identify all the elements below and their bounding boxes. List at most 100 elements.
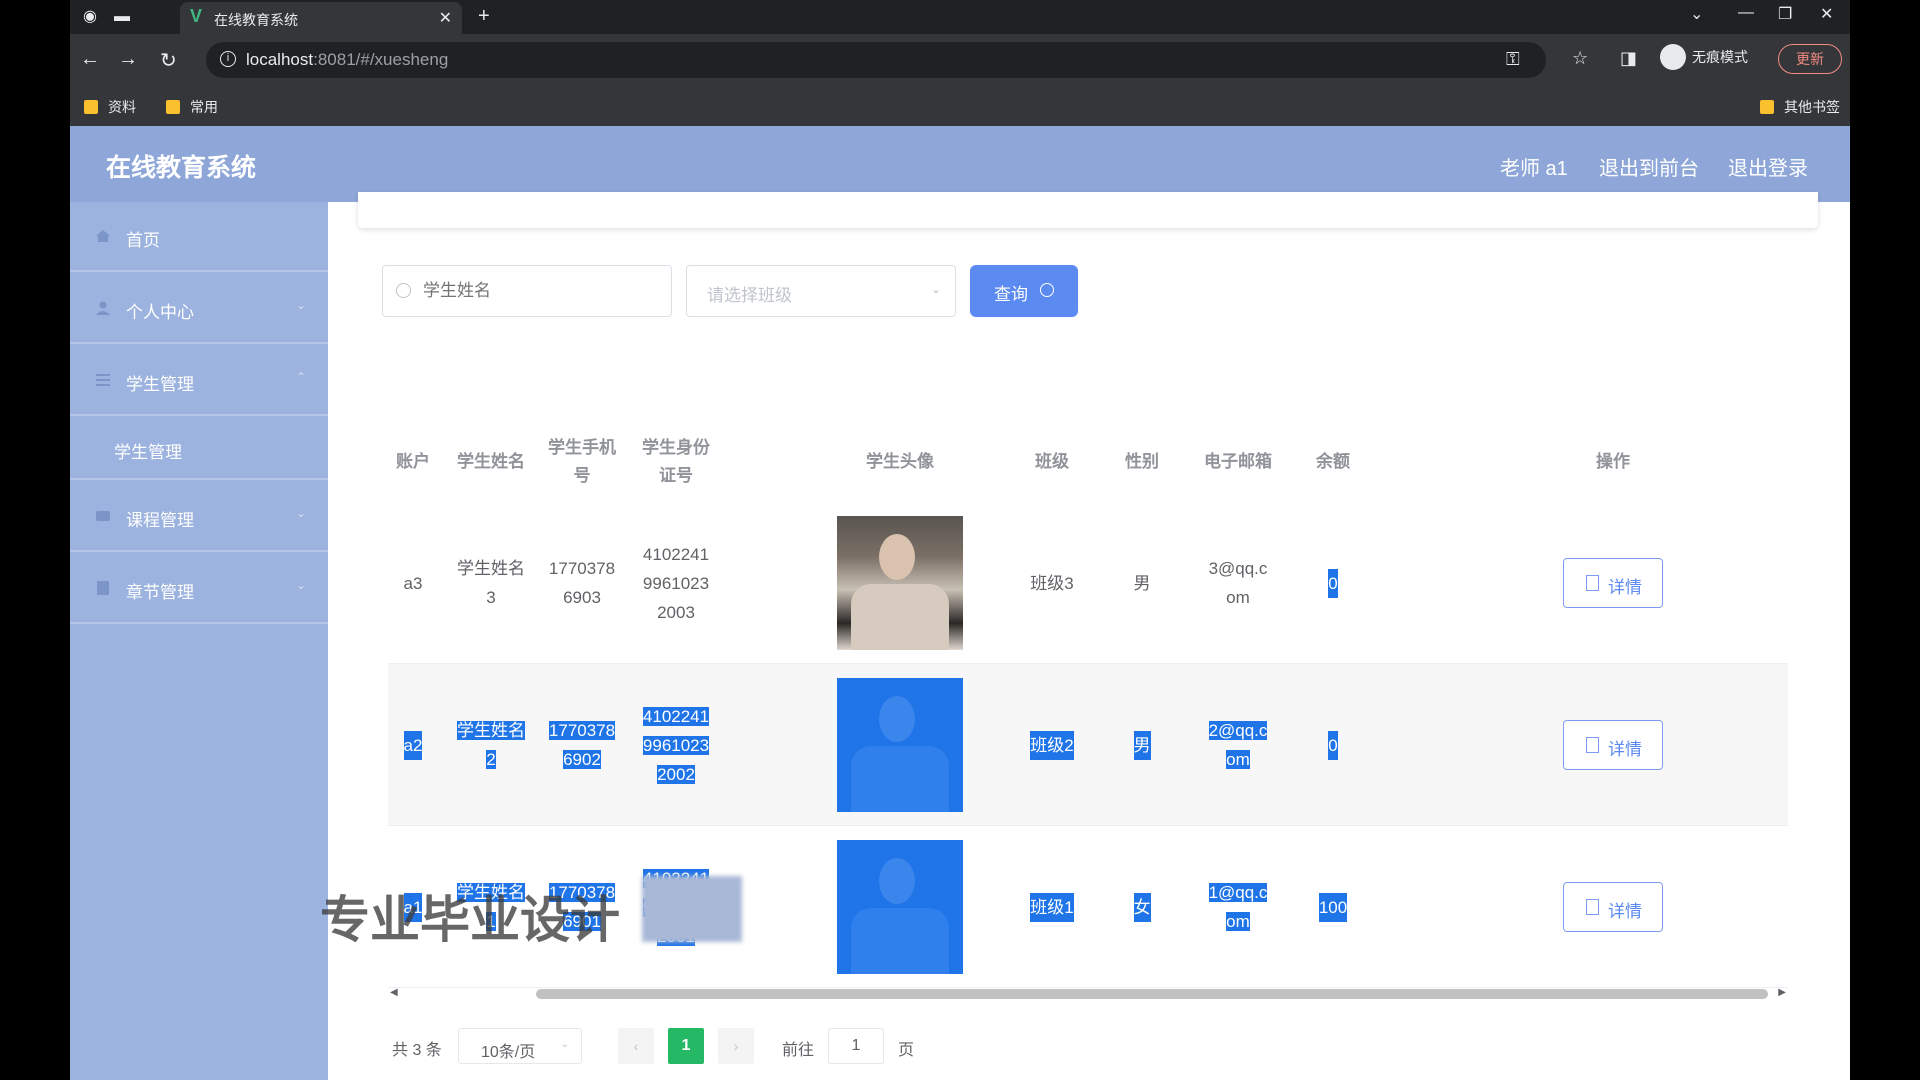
- goto-page-input[interactable]: [828, 1028, 884, 1064]
- new-tab-icon[interactable]: +: [478, 5, 490, 28]
- sidebar-item-label: 个人中心: [126, 303, 194, 322]
- app-title: 在线教育系统: [106, 154, 257, 182]
- scroll-left-icon[interactable]: ◀: [390, 987, 398, 998]
- col-header-idcard: 学生身份 证号: [631, 422, 721, 502]
- cell-text: 4102241: [642, 544, 710, 564]
- cell-gender: 男: [1112, 502, 1172, 664]
- logout-link[interactable]: 退出登录: [1728, 152, 1808, 181]
- cell-text: 0: [1328, 730, 1338, 760]
- sidebar-item-course-mgmt[interactable]: 课程管理 ⌄: [70, 482, 328, 552]
- browser-menu-icon[interactable]: ◉: [80, 7, 100, 27]
- search-icon: [1040, 283, 1054, 297]
- detail-button[interactable]: 详情: [1563, 720, 1663, 770]
- address-bar[interactable]: i localhost:8081/#/xuesheng ⚿: [206, 42, 1546, 78]
- bookmark-folder[interactable]: 资料: [84, 97, 136, 117]
- header-line: 学生身份: [642, 438, 710, 457]
- page-size-select[interactable]: 10条/页 ⌄: [458, 1028, 582, 1064]
- incognito-label: 无痕模式: [1692, 49, 1748, 65]
- avatar-body: [851, 746, 949, 812]
- cell-balance: 0: [1298, 664, 1368, 826]
- cell-text: 100: [1318, 892, 1348, 922]
- browser-tab-bar: ◉ ▬ V 在线教育系统 ✕ + ⌄ — ❐ ✕: [70, 0, 1850, 34]
- horizontal-scrollbar[interactable]: ◀ ▶: [388, 987, 1788, 1001]
- key-icon[interactable]: ⚿: [1506, 49, 1520, 70]
- sidebar-item-student-mgmt[interactable]: 学生管理 ⌃: [70, 346, 328, 416]
- sidebar-item-label: 首页: [126, 231, 160, 250]
- sidebar-subitem-student-mgmt[interactable]: 学生管理: [70, 418, 328, 480]
- col-header-actions: 操作: [1596, 452, 1630, 471]
- cell-text: a3: [403, 573, 423, 593]
- search-icon: [396, 283, 411, 298]
- sidebar-item-label: 章节管理: [126, 583, 194, 602]
- cell-text: 6903: [563, 588, 601, 607]
- tab-search-icon[interactable]: ⌄: [1690, 4, 1703, 24]
- url-path: :8081/#/xuesheng: [313, 50, 449, 69]
- tab-title: 在线教育系统: [214, 12, 298, 28]
- cell-class: 班级3: [1012, 502, 1092, 664]
- cell-text: 2002: [657, 764, 695, 784]
- prev-page-button[interactable]: ‹: [618, 1028, 654, 1064]
- menu-icon: [96, 374, 110, 386]
- close-window-icon[interactable]: ✕: [1820, 4, 1833, 24]
- sidebar-item-home[interactable]: 首页: [70, 202, 328, 272]
- minimize-icon[interactable]: —: [1738, 4, 1754, 22]
- back-icon[interactable]: ←: [80, 48, 100, 71]
- avatar-face: [879, 696, 915, 742]
- restore-icon[interactable]: ❐: [1778, 4, 1792, 24]
- col-header-email: 电子邮箱: [1204, 452, 1272, 471]
- bookmark-label: 常用: [190, 99, 218, 115]
- cell-text: 班级2: [1030, 730, 1074, 760]
- browser-tab[interactable]: V 在线教育系统 ✕: [180, 2, 462, 34]
- next-page-button[interactable]: ›: [718, 1028, 754, 1064]
- page-number-button[interactable]: 1: [668, 1028, 704, 1064]
- cell-phone: 1770378 6902: [542, 664, 622, 826]
- detail-button[interactable]: 详情: [1563, 558, 1663, 608]
- cell-name: 学生姓名 2: [446, 664, 536, 826]
- site-info-icon[interactable]: i: [220, 51, 236, 67]
- sidebar-item-profile[interactable]: 个人中心 ⌄: [70, 274, 328, 344]
- cell-gender: 男: [1112, 664, 1172, 826]
- header-line: 证号: [659, 466, 693, 485]
- cell-text: 0: [1328, 568, 1338, 598]
- cell-text: om: [1226, 750, 1250, 769]
- table-row: a2 学生姓名 2 1770378 6902 4102241 9961023 2002 …: [388, 664, 1788, 826]
- scrollbar-thumb[interactable]: [536, 989, 1768, 999]
- class-select[interactable]: 请选择班级 ⌄: [686, 265, 956, 317]
- update-button[interactable]: 更新: [1778, 44, 1842, 74]
- cell-text: 男: [1133, 573, 1151, 593]
- bookmark-folder[interactable]: 常用: [166, 97, 218, 117]
- chevron-down-icon: ⌄: [295, 506, 306, 520]
- cell-class: 班级1: [1012, 826, 1092, 988]
- side-panel-icon[interactable]: ◨: [1620, 48, 1637, 69]
- detail-button-label: 详情: [1608, 578, 1642, 597]
- table-row: a3 学生姓名 3 1770378 6903 4102241 9961023 2003 …: [388, 502, 1788, 664]
- scroll-right-icon[interactable]: ▶: [1778, 987, 1786, 998]
- sidebar-item-label: 课程管理: [126, 511, 194, 530]
- detail-button[interactable]: 详情: [1563, 882, 1663, 932]
- forward-icon[interactable]: →: [118, 48, 138, 71]
- cell-text: 2@qq.c: [1208, 721, 1268, 740]
- query-button[interactable]: 查询: [970, 265, 1078, 317]
- detail-button-label: 详情: [1608, 740, 1642, 759]
- class-select-placeholder: 请选择班级: [707, 286, 792, 305]
- other-bookmarks[interactable]: 其他书签: [1760, 97, 1840, 117]
- tab-overview-icon[interactable]: ▬: [112, 7, 132, 27]
- incognito-icon: [1660, 44, 1686, 70]
- cell-text: 6902: [563, 750, 601, 769]
- back-to-front-link[interactable]: 退出到前台: [1599, 152, 1699, 181]
- header-line: 号: [573, 466, 591, 485]
- student-avatar: [837, 840, 963, 974]
- student-name-input[interactable]: [382, 265, 672, 317]
- incognito-indicator[interactable]: 无痕模式: [1660, 44, 1748, 76]
- avatar-face: [879, 858, 915, 904]
- reload-icon[interactable]: ↻: [160, 48, 177, 73]
- cell-email: 3@qq.c om: [1188, 502, 1288, 664]
- cell-text: 学生姓名: [457, 721, 525, 740]
- close-tab-icon[interactable]: ✕: [439, 8, 452, 28]
- col-header-phone: 学生手机号: [542, 422, 622, 502]
- chevron-down-icon: ⌄: [930, 282, 941, 296]
- star-icon[interactable]: ☆: [1572, 48, 1588, 69]
- folder-icon: [84, 100, 98, 114]
- sidebar-item-chapter-mgmt[interactable]: 章节管理 ⌄: [70, 554, 328, 624]
- col-header-balance: 余额: [1316, 452, 1350, 471]
